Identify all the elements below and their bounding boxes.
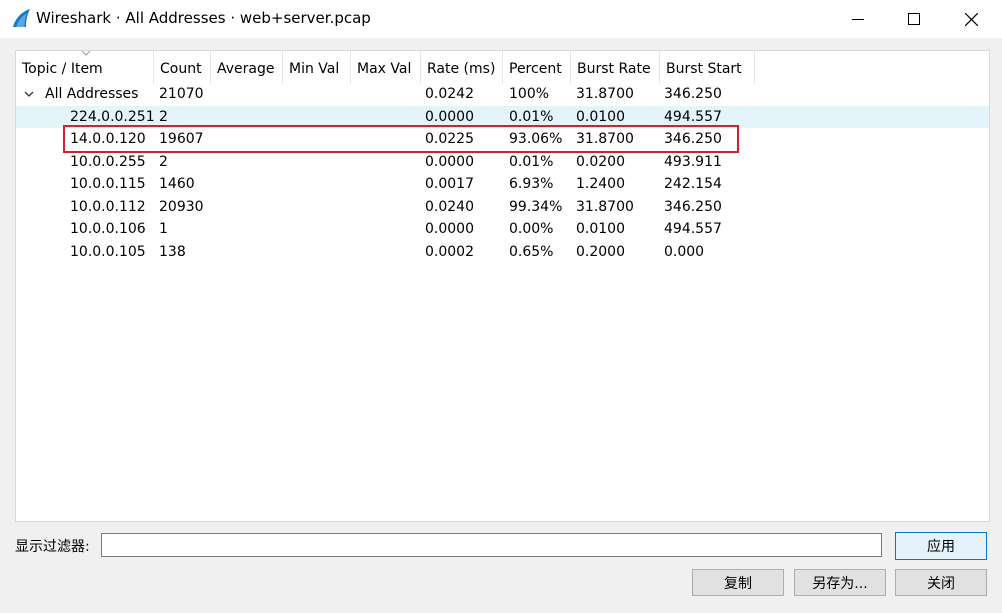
column-header-count[interactable]: Count xyxy=(154,51,211,84)
title-bar: Wireshark · All Addresses · web+server.p… xyxy=(0,0,1002,38)
window-title: Wireshark · All Addresses · web+server.p… xyxy=(36,9,371,27)
cell-item: 14.0.0.120 xyxy=(70,131,146,147)
statistics-tree[interactable]: Topic / Item Count Average Min Val Max V… xyxy=(15,50,990,522)
cell-rate: 0.0002 xyxy=(425,244,474,260)
cell-burst-rate: 31.8700 xyxy=(576,131,634,147)
column-header-rate[interactable]: Rate (ms) xyxy=(421,51,503,84)
cell-item: 10.0.0.115 xyxy=(70,176,146,192)
maximize-icon xyxy=(908,13,920,25)
display-filter-label: 显示过滤器: xyxy=(15,539,90,555)
cell-rate: 0.0000 xyxy=(425,221,474,237)
cell-item: 10.0.0.106 xyxy=(70,221,146,237)
cell-count: 20930 xyxy=(159,199,204,215)
cell-rate: 0.0000 xyxy=(425,154,474,170)
cell-count: 19607 xyxy=(159,131,204,147)
tree-row-224-0-0-251[interactable]: 224.0.0.251 2 0.0000 0.01% 0.0100 494.55… xyxy=(16,106,989,128)
cell-percent: 93.06% xyxy=(509,131,563,147)
column-header-burst-rate[interactable]: Burst Rate xyxy=(571,51,660,84)
cell-percent: 0.00% xyxy=(509,221,554,237)
cell-burst-start: 346.250 xyxy=(664,131,722,147)
tree-row-10-0-0-255[interactable]: 10.0.0.255 2 0.0000 0.01% 0.0200 493.911 xyxy=(16,151,989,173)
cell-rate: 0.0240 xyxy=(425,199,474,215)
cell-count: 21070 xyxy=(159,86,204,102)
column-header-average[interactable]: Average xyxy=(211,51,283,84)
column-header-burst-start[interactable]: Burst Start xyxy=(660,51,755,84)
tree-header: Topic / Item Count Average Min Val Max V… xyxy=(16,51,989,84)
close-icon xyxy=(964,12,978,26)
cell-item: 10.0.0.105 xyxy=(70,244,146,260)
cell-item: 10.0.0.255 xyxy=(70,154,146,170)
cell-item: 10.0.0.112 xyxy=(70,199,146,215)
column-header-percent[interactable]: Percent xyxy=(503,51,571,84)
tree-row-14-0-0-120[interactable]: 14.0.0.120 19607 0.0225 93.06% 31.8700 3… xyxy=(16,128,989,150)
minimize-icon xyxy=(852,19,864,20)
wireshark-fin-icon xyxy=(13,9,30,27)
cell-burst-rate: 1.2400 xyxy=(576,176,625,192)
close-button[interactable]: 关闭 xyxy=(895,569,987,596)
tree-row-10-0-0-115[interactable]: 10.0.0.115 1460 0.0017 6.93% 1.2400 242.… xyxy=(16,173,989,195)
cell-count: 138 xyxy=(159,244,186,260)
cell-burst-start: 494.557 xyxy=(664,109,722,125)
cell-rate: 0.0017 xyxy=(425,176,474,192)
tree-row-10-0-0-112[interactable]: 10.0.0.112 20930 0.0240 99.34% 31.8700 3… xyxy=(16,196,989,218)
cell-burst-rate: 0.0200 xyxy=(576,154,625,170)
apply-button[interactable]: 应用 xyxy=(895,532,987,560)
column-header-max-val[interactable]: Max Val xyxy=(351,51,421,84)
minimize-button[interactable] xyxy=(830,0,886,38)
cell-burst-rate: 0.0100 xyxy=(576,221,625,237)
tree-row-all-addresses[interactable]: All Addresses 21070 0.0242 100% 31.8700 … xyxy=(16,83,989,105)
cell-percent: 99.34% xyxy=(509,199,563,215)
cell-item: 224.0.0.251 xyxy=(70,109,155,125)
cell-burst-start: 0.000 xyxy=(664,244,705,260)
cell-rate: 0.0000 xyxy=(425,109,474,125)
cell-burst-start: 493.911 xyxy=(664,154,722,170)
cell-count: 2 xyxy=(159,154,168,170)
save-as-button[interactable]: 另存为... xyxy=(794,569,886,596)
cell-rate: 0.0225 xyxy=(425,131,474,147)
cell-percent: 0.65% xyxy=(509,244,554,260)
cell-burst-start: 346.250 xyxy=(664,199,722,215)
maximize-button[interactable] xyxy=(886,0,942,38)
tree-row-10-0-0-105[interactable]: 10.0.0.105 138 0.0002 0.65% 0.2000 0.000 xyxy=(16,241,989,263)
close-window-button[interactable] xyxy=(943,0,999,38)
cell-count: 1460 xyxy=(159,176,195,192)
cell-burst-start: 494.557 xyxy=(664,221,722,237)
cell-count: 1 xyxy=(159,221,168,237)
cell-rate: 0.0242 xyxy=(425,86,474,102)
tree-row-10-0-0-106[interactable]: 10.0.0.106 1 0.0000 0.00% 0.0100 494.557 xyxy=(16,218,989,240)
cell-burst-start: 242.154 xyxy=(664,176,722,192)
chevron-down-icon[interactable] xyxy=(24,89,34,99)
cell-burst-rate: 31.8700 xyxy=(576,86,634,102)
cell-item: All Addresses xyxy=(45,86,139,102)
display-filter-input[interactable] xyxy=(101,533,882,557)
cell-burst-rate: 0.2000 xyxy=(576,244,625,260)
cell-percent: 0.01% xyxy=(509,109,554,125)
cell-percent: 100% xyxy=(509,86,550,102)
cell-burst-start: 346.250 xyxy=(664,86,722,102)
cell-burst-rate: 0.0100 xyxy=(576,109,625,125)
cell-percent: 6.93% xyxy=(509,176,554,192)
column-header-topic[interactable]: Topic / Item xyxy=(16,51,154,84)
cell-burst-rate: 31.8700 xyxy=(576,199,634,215)
cell-percent: 0.01% xyxy=(509,154,554,170)
column-header-min-val[interactable]: Min Val xyxy=(283,51,351,84)
cell-count: 2 xyxy=(159,109,168,125)
copy-button[interactable]: 复制 xyxy=(692,569,784,596)
